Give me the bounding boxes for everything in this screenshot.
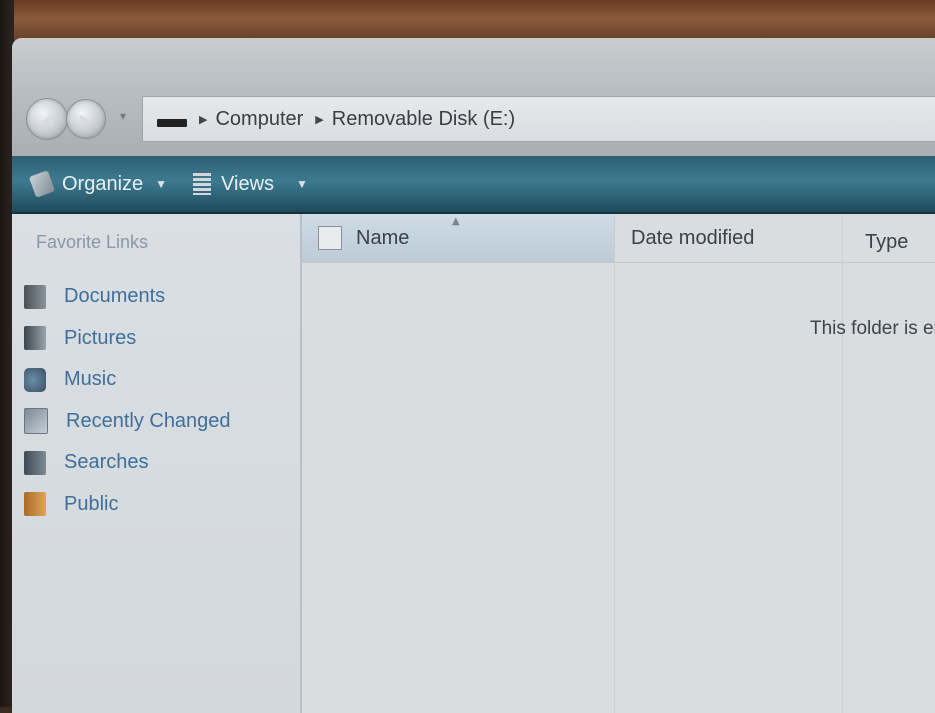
pictures-icon — [24, 326, 46, 351]
organize-label: Organize — [62, 172, 144, 195]
favorite-link-label: Documents — [64, 285, 166, 308]
favorite-link-label: Recently Changed — [66, 409, 231, 432]
public-folder-icon — [24, 492, 46, 517]
forward-button[interactable]: ▶ — [66, 99, 106, 139]
column-header-date-modified[interactable]: Date modified — [615, 214, 843, 262]
favorite-link-pictures[interactable]: Pictures — [24, 318, 231, 360]
searches-icon — [24, 450, 46, 475]
forward-arrow-icon: ▶ — [79, 109, 93, 129]
views-icon — [193, 173, 212, 195]
command-toolbar: Organize ▼ Views ▼ — [12, 156, 935, 214]
back-button[interactable]: ◀ — [26, 98, 68, 140]
chevron-down-icon: ▼ — [155, 177, 168, 191]
breadcrumb-separator-icon[interactable]: ▶ — [315, 113, 323, 126]
breadcrumb-computer[interactable]: Computer — [215, 108, 303, 131]
favorite-link-label: Searches — [64, 451, 149, 474]
explorer-window: ◀ ▶ ▾ ▶ Computer ▶ Removable Disk (E:) O… — [12, 38, 935, 713]
column-divider — [614, 262, 615, 713]
title-bar: ◀ ▶ ▾ ▶ Computer ▶ Removable Disk (E:) — [12, 38, 935, 156]
drive-icon — [157, 119, 187, 127]
column-header-name[interactable]: Name ▲ — [302, 214, 615, 262]
organize-button[interactable]: Organize ▼ — [28, 170, 168, 198]
favorite-link-documents[interactable]: Documents — [24, 276, 231, 318]
breadcrumb-separator-icon[interactable]: ▶ — [199, 113, 207, 126]
column-header-type[interactable]: Type — [843, 214, 935, 262]
column-label-date-modified: Date modified — [631, 226, 755, 249]
views-button[interactable]: Views ▼ — [193, 173, 308, 196]
file-list-view[interactable]: Name ▲ Date modified Type This folder is… — [302, 214, 935, 713]
sort-ascending-icon: ▲ — [452, 216, 460, 227]
recently-changed-icon — [24, 408, 48, 435]
column-label-name: Name — [356, 226, 410, 249]
address-bar[interactable]: ▶ Computer ▶ Removable Disk (E:) — [142, 96, 935, 142]
music-icon — [24, 367, 46, 392]
chevron-down-icon: ▼ — [296, 177, 308, 191]
favorite-links-heading: Favorite Links — [36, 232, 149, 252]
back-arrow-icon: ◀ — [40, 109, 54, 129]
empty-folder-message: This folder is empty. — [810, 318, 935, 339]
favorite-link-music[interactable]: Music — [24, 359, 231, 401]
favorite-link-label: Music — [64, 368, 117, 391]
favorite-link-recently-changed[interactable]: Recently Changed — [24, 401, 231, 443]
recent-pages-dropdown[interactable]: ▾ — [112, 102, 134, 130]
documents-icon — [24, 284, 46, 309]
column-header-row: Name ▲ Date modified Type — [302, 214, 935, 263]
favorite-link-public[interactable]: Public — [24, 484, 231, 526]
select-all-checkbox[interactable] — [318, 226, 342, 250]
favorite-link-label: Pictures — [64, 326, 137, 349]
favorite-links-list: Documents Pictures Music Recently Change… — [24, 276, 231, 525]
favorite-link-searches[interactable]: Searches — [24, 442, 231, 484]
organize-icon — [28, 170, 56, 198]
favorite-link-label: Public — [64, 492, 119, 515]
breadcrumb-removable-disk[interactable]: Removable Disk (E:) — [332, 108, 515, 131]
column-label-type: Type — [865, 230, 909, 253]
views-label: Views — [221, 172, 275, 195]
navigation-pane: Favorite Links Documents Pictures Music … — [12, 214, 302, 713]
